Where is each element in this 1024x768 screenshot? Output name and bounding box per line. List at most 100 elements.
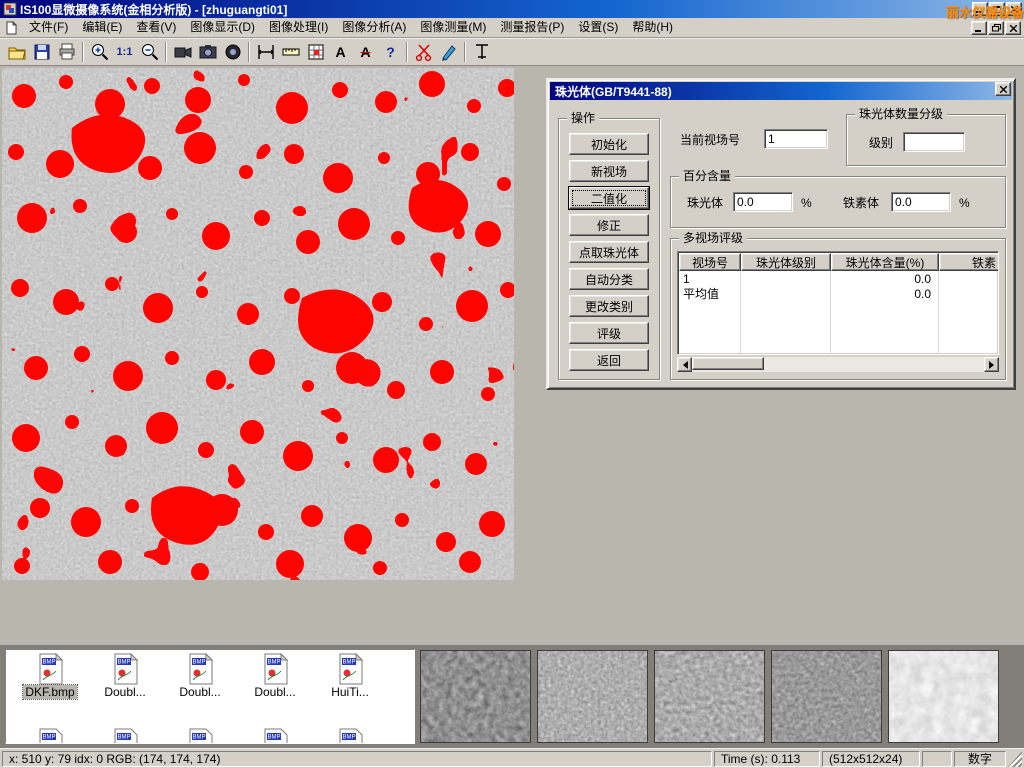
actual-size-button[interactable]: 1:1 [112, 40, 137, 64]
thumbnail-1[interactable] [420, 650, 531, 743]
operate-group-caption: 操作 [567, 111, 599, 126]
col-ferrite[interactable]: 铁素 [939, 253, 999, 271]
file-name: Doubl... [252, 685, 297, 699]
dialog-close-button[interactable] [995, 82, 1011, 96]
help-button[interactable]: ? [378, 40, 403, 64]
zoom-out-button[interactable] [137, 40, 162, 64]
file-item[interactable]: BMP Doubl... [89, 653, 161, 699]
col-pearlite-content[interactable]: 珠光体含量(%) [831, 253, 939, 271]
text-button[interactable]: A [328, 40, 353, 64]
menu-image-display[interactable]: 图像显示(D) [183, 18, 262, 37]
cell-content: 0.0 [831, 272, 939, 287]
resize-grip[interactable] [1008, 751, 1022, 767]
file-item[interactable]: BMP [239, 728, 311, 744]
menu-edit[interactable]: 编辑(E) [75, 18, 129, 37]
dialog-title-bar[interactable]: 珠光体(GB/T9441-88) [550, 82, 1012, 100]
cut-button[interactable] [411, 40, 436, 64]
scroll-thumb[interactable] [692, 357, 764, 370]
close-button[interactable] [1006, 2, 1022, 16]
bmp-file-icon: BMP [259, 728, 291, 744]
text-delete-button[interactable]: A [353, 40, 378, 64]
print-icon [57, 42, 77, 62]
file-item[interactable]: BMP Doubl... [164, 653, 236, 699]
init-button[interactable]: 初始化 [569, 133, 649, 155]
file-item[interactable]: BMP [89, 728, 161, 744]
capture-button[interactable] [220, 40, 245, 64]
scroll-left-button[interactable] [677, 357, 692, 372]
marker-icon [439, 42, 459, 62]
measure-grid-button[interactable] [303, 40, 328, 64]
menu-image-measure[interactable]: 图像测量(M) [413, 18, 493, 37]
correct-button[interactable]: 修正 [569, 214, 649, 236]
scroll-right-button[interactable] [984, 357, 999, 372]
col-field-number[interactable]: 视场号 [679, 253, 741, 271]
camera-button[interactable] [195, 40, 220, 64]
menu-settings[interactable]: 设置(S) [571, 18, 625, 37]
mdi-restore-button[interactable] [988, 21, 1004, 35]
level-input[interactable] [903, 132, 965, 152]
thumbnail-5[interactable] [888, 650, 999, 743]
video-button[interactable] [170, 40, 195, 64]
caliper-button[interactable] [469, 40, 494, 64]
pick-pearlite-button[interactable]: 点取珠光体 [569, 241, 649, 263]
menu-help[interactable]: 帮助(H) [625, 18, 680, 37]
scroll-track[interactable] [692, 357, 984, 372]
title-bar[interactable]: IS100显微摄像系统(金相分析版) - [zhuguangti01] [0, 0, 1024, 18]
rating-table[interactable]: 视场号 珠光体级别 珠光体含量(%) 铁素 1 0.0 [677, 251, 999, 355]
ferrite-value-input[interactable] [891, 192, 951, 212]
pearlite-unit: % [801, 193, 812, 213]
print-button[interactable] [54, 40, 79, 64]
file-list-panel[interactable]: BMP DKF.bmp BMP Doubl... BMP [5, 649, 415, 744]
thumbnail-3[interactable] [654, 650, 765, 743]
maximize-button[interactable] [989, 2, 1005, 16]
text-strike-icon: A [360, 44, 370, 60]
mdi-close-button[interactable] [1005, 21, 1021, 35]
cell-level [741, 272, 831, 287]
status-bar: x: 510 y: 79 idx: 0 RGB: (174, 174, 174)… [0, 748, 1024, 768]
capture-lens-icon [223, 42, 243, 62]
new-field-button[interactable]: 新视场 [569, 160, 649, 182]
app-icon [3, 2, 17, 16]
file-item[interactable]: BMP [164, 728, 236, 744]
menu-image-analysis[interactable]: 图像分析(A) [335, 18, 413, 37]
file-item[interactable]: BMP HuiTi... [314, 653, 386, 699]
menu-view[interactable]: 查看(V) [129, 18, 183, 37]
menu-measure-report[interactable]: 测量报告(P) [493, 18, 571, 37]
auto-classify-button[interactable]: 自动分类 [569, 268, 649, 290]
grade-group: 珠光体数量分级 级别 [846, 114, 1006, 166]
zoom-in-button[interactable] [87, 40, 112, 64]
measure-horizontal-button[interactable] [253, 40, 278, 64]
file-item[interactable]: BMP Doubl... [239, 653, 311, 699]
thumbnail-image [421, 651, 530, 742]
pearlite-value-input[interactable] [733, 192, 793, 212]
menu-file[interactable]: 文件(F) [22, 18, 75, 37]
save-button[interactable] [29, 40, 54, 64]
table-row[interactable]: 1 0.0 [679, 272, 999, 287]
return-button[interactable]: 返回 [569, 349, 649, 371]
change-class-button[interactable]: 更改类别 [569, 295, 649, 317]
thumbnail-2[interactable] [537, 650, 648, 743]
minimize-button[interactable] [972, 2, 988, 16]
open-button[interactable] [4, 40, 29, 64]
mdi-minimize-button[interactable] [971, 21, 987, 35]
toolbar-separator [248, 42, 250, 62]
grade-button[interactable]: 评级 [569, 322, 649, 344]
binarize-button[interactable]: 二值化 [569, 187, 649, 209]
current-field-input[interactable] [764, 129, 828, 149]
file-item[interactable]: BMP [314, 728, 386, 744]
table-row[interactable]: 平均值 0.0 [679, 287, 999, 302]
thumbnail-4[interactable] [771, 650, 882, 743]
col-pearlite-level[interactable]: 珠光体级别 [741, 253, 831, 271]
grade-group-caption: 珠光体数量分级 [855, 107, 947, 122]
menu-image-process[interactable]: 图像处理(I) [262, 18, 335, 37]
ruler-button[interactable] [278, 40, 303, 64]
file-item[interactable]: BMP [14, 728, 86, 744]
cell-level [741, 287, 831, 302]
file-item[interactable]: BMP DKF.bmp [14, 653, 86, 699]
marker-button[interactable] [436, 40, 461, 64]
horizontal-scrollbar[interactable] [677, 357, 999, 372]
zoom-out-icon [140, 42, 160, 62]
status-image-size: (512x512x24) [822, 751, 920, 767]
image-canvas[interactable] [2, 68, 514, 580]
text-a-icon: A [335, 44, 345, 60]
